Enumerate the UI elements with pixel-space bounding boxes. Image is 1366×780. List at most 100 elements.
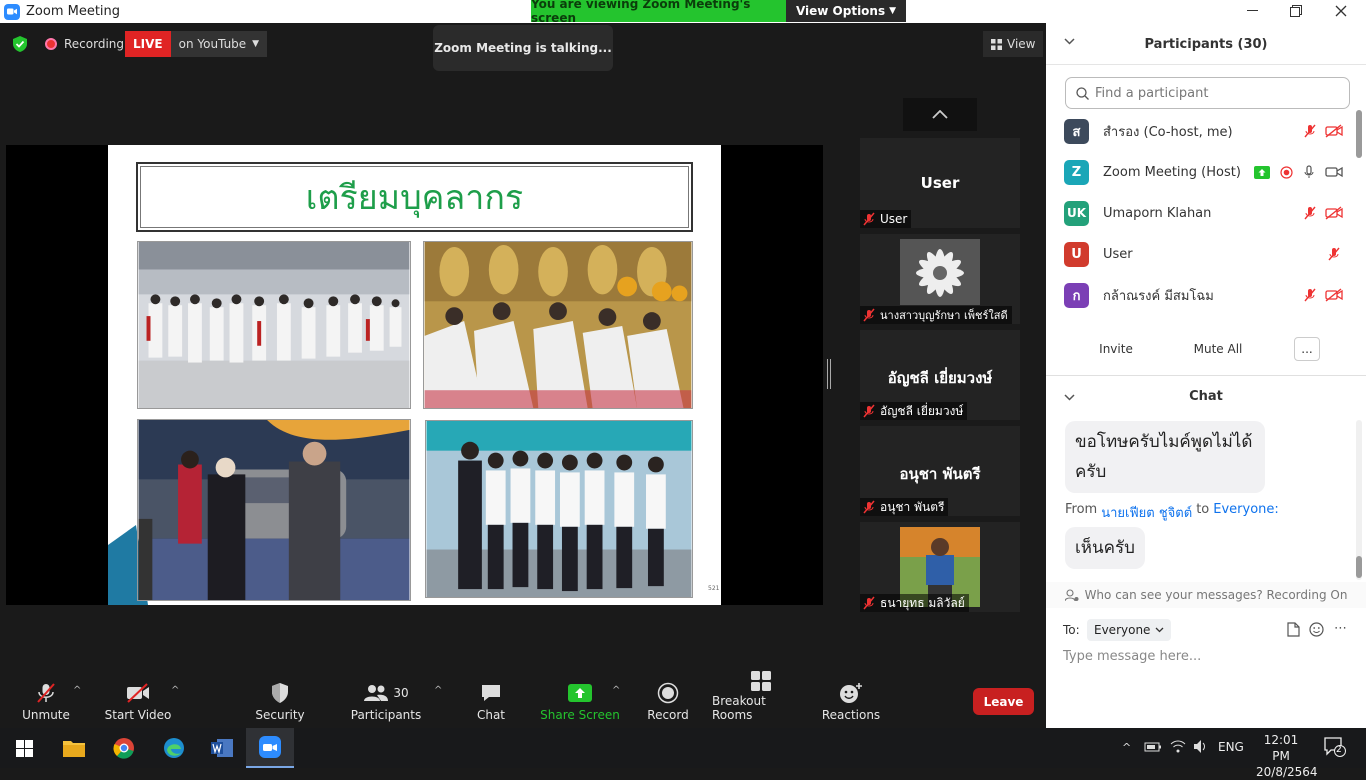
view-button[interactable]: View (983, 31, 1044, 57)
sharing-screen-icon (1254, 165, 1270, 179)
tile-display-name: User (920, 174, 960, 192)
security-shield-icon[interactable] (11, 35, 29, 53)
message-visibility-notice[interactable]: Who can see your messages? Recording On (1046, 582, 1366, 608)
participant-search-input[interactable]: Find a participant (1065, 77, 1350, 109)
share-screen-button[interactable]: Share Screen (540, 675, 620, 728)
recording-label: Recording (64, 37, 125, 51)
participant-row[interactable]: ก กล้าณรงค์ มีสมโฉม (1064, 282, 1344, 308)
participants-count: 30 (393, 686, 409, 700)
zoom-taskbar-button[interactable] (246, 728, 294, 768)
show-hidden-icons-chevron[interactable]: ^ (1122, 741, 1131, 754)
video-icon[interactable] (1325, 165, 1343, 179)
record-icon (657, 680, 679, 706)
chat-scrollbar[interactable] (1356, 556, 1362, 578)
emoji-icon[interactable] (1309, 622, 1324, 637)
unmute-button[interactable]: Unmute (16, 675, 76, 728)
live-badge: LIVE (125, 31, 171, 57)
live-stream-indicator[interactable]: LIVE on YouTube ▼ (125, 31, 268, 57)
window-title: Zoom Meeting (26, 4, 121, 19)
notifications-icon[interactable]: 2 (1324, 737, 1346, 757)
talking-indicator: Zoom Meeting is talking... (433, 25, 613, 71)
tile-name-label: นางสาวบุญรักษา เพ็ชร์ใสดี (880, 309, 1008, 322)
mic-muted-icon[interactable] (1327, 247, 1341, 261)
restore-button[interactable] (1288, 3, 1304, 19)
video-tile-anchalee[interactable]: อัญชลี เยี่ยมวงษ์ อัญชลี เยี่ยมวงษ์ (860, 330, 1020, 420)
battery-icon[interactable] (1144, 740, 1162, 754)
chat-message-input[interactable]: Type message here... (1063, 649, 1201, 664)
chevron-down-icon (1155, 627, 1164, 633)
invite-button[interactable]: Invite (1092, 337, 1140, 361)
notification-count: 2 (1336, 745, 1342, 755)
leave-button[interactable]: Leave (973, 688, 1034, 715)
input-language[interactable]: ENG (1218, 740, 1244, 754)
participant-row[interactable]: UK Umaporn Klahan (1064, 200, 1344, 226)
divider (1046, 64, 1366, 65)
windows-start-icon[interactable] (10, 734, 38, 762)
mic-muted-icon[interactable] (1303, 206, 1317, 220)
participant-row[interactable]: U User (1064, 241, 1344, 267)
more-options-button[interactable]: ... (1294, 337, 1320, 361)
audio-options-caret[interactable]: ^ (73, 685, 81, 696)
chat-message-meta: From นายเฟียต ชูจิตต์ to Everyone: (1065, 502, 1279, 523)
volume-icon[interactable] (1193, 739, 1209, 754)
chat-message: ขอโทษครับไมค์พูดไม่ได้ครับ (1065, 421, 1265, 493)
zoom-app-icon (259, 736, 281, 758)
wifi-icon[interactable] (1170, 739, 1186, 754)
view-options-button[interactable]: View Options ▼ (786, 0, 906, 22)
mic-muted-icon[interactable] (1303, 124, 1317, 138)
share-options-caret[interactable]: ^ (612, 685, 620, 696)
video-off-icon[interactable] (1325, 124, 1343, 138)
mic-muted-icon[interactable] (1303, 288, 1317, 302)
file-explorer-icon[interactable] (60, 734, 88, 762)
gallery-scroll-up-button[interactable] (903, 98, 977, 131)
clock[interactable]: 12:01 PM 20/8/2564 (1256, 732, 1318, 780)
chevron-down-icon: ▼ (252, 39, 260, 49)
chat-button[interactable]: Chat (466, 675, 516, 728)
chevron-down-icon: ▼ (889, 6, 897, 16)
participants-button[interactable]: 30 Participants (350, 675, 422, 728)
slide-photo-arrival (137, 419, 411, 601)
reactions-button[interactable]: Reactions (820, 675, 882, 728)
participant-name: User (1103, 246, 1133, 262)
zoom-logo-icon (4, 3, 20, 20)
chrome-icon[interactable] (110, 734, 138, 762)
file-attach-icon[interactable] (1287, 622, 1300, 637)
edge-icon[interactable] (160, 734, 188, 762)
chat-more-icon[interactable]: ⋯ (1334, 621, 1347, 636)
recording-indicator[interactable]: Recording (37, 31, 132, 57)
participants-icon (363, 684, 389, 702)
search-icon (1076, 86, 1089, 100)
breakout-rooms-button[interactable]: Breakout Rooms (712, 671, 810, 728)
mute-all-button[interactable]: Mute All (1186, 337, 1250, 361)
breakout-rooms-icon (750, 670, 772, 692)
video-tile-anucha[interactable]: อนุชา พันตรี อนุชา พันตรี (860, 426, 1020, 516)
record-button[interactable]: Record (640, 675, 696, 728)
participant-name: สำรอง (Co-host, me) (1103, 124, 1233, 140)
close-button[interactable] (1333, 3, 1349, 19)
splitter-handle[interactable] (827, 359, 831, 389)
recipient-select[interactable]: Everyone (1087, 619, 1172, 641)
participants-scrollbar[interactable] (1356, 110, 1362, 158)
word-icon[interactable] (208, 734, 236, 762)
video-off-icon[interactable] (1325, 288, 1343, 302)
video-tile-thanayut[interactable]: ธนายุทธ มลิวัลย์ (860, 522, 1020, 612)
meeting-toolbar: Unmute ^ Start Video ^ Security 30 Parti… (0, 671, 1046, 728)
viewing-screen-label: You are viewing Zoom Meeting's screen (531, 0, 786, 25)
mic-muted-icon (862, 308, 876, 322)
video-tile-bunraksa[interactable]: นางสาวบุญรักษา เพ็ชร์ใสดี (860, 234, 1020, 324)
participant-name: กล้าณรงค์ มีสมโฉม (1103, 288, 1214, 304)
avatar: UK (1064, 200, 1089, 226)
chat-recipient-link[interactable]: Everyone: (1213, 502, 1279, 523)
chat-sender-link[interactable]: นายเฟียต ชูจิตต์ (1101, 502, 1192, 523)
video-off-icon[interactable] (1325, 206, 1343, 220)
windows-taskbar: ^ ENG 12:01 PM 20/8/2564 2 (0, 728, 1366, 779)
video-tile-user[interactable]: User User (860, 138, 1020, 228)
minimize-button[interactable] (1244, 3, 1260, 19)
start-video-button[interactable]: Start Video (102, 675, 174, 728)
participant-row[interactable]: ส สำรอง (Co-host, me) (1064, 118, 1344, 144)
video-options-caret[interactable]: ^ (171, 685, 179, 696)
participants-options-caret[interactable]: ^ (434, 685, 442, 696)
mic-icon[interactable] (1303, 165, 1315, 179)
tile-name-label: User (880, 212, 908, 226)
security-button[interactable]: Security (252, 675, 308, 728)
